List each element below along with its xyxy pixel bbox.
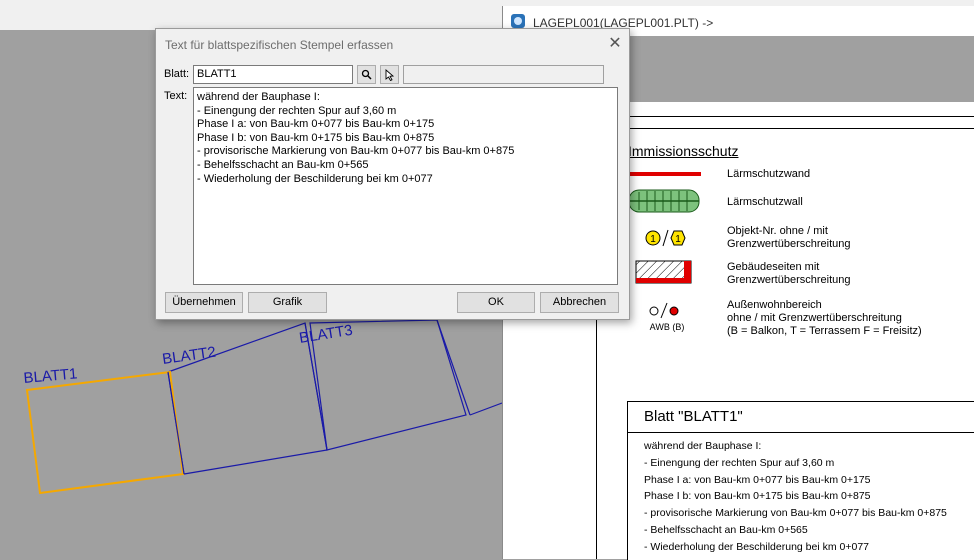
dialog-title: Text für blattspezifischen Stempel erfas… [165, 38, 394, 52]
gebaeudeseiten-symbol [635, 260, 692, 284]
sheet-stamp-text: während der Bauphase I: - Einengung der … [644, 440, 947, 553]
blatt-info-field [403, 65, 604, 84]
sheet-stamp-title: Blatt "BLATT1" [644, 408, 743, 425]
text-label: Text: [164, 90, 188, 102]
blatt3-label: BLATT3 [298, 322, 354, 347]
blatt-input[interactable]: BLATT1 [193, 65, 353, 84]
abbrechen-button[interactable]: Abbrechen [540, 292, 619, 313]
search-icon [361, 69, 372, 80]
close-icon[interactable]: ✕ [606, 35, 624, 53]
blatt-input-value: BLATT1 [197, 68, 237, 80]
svg-text:1: 1 [650, 234, 656, 245]
objekt-nr-symbol: 1 1 [645, 229, 686, 247]
legend-item-label: Außenwohnbereich ohne / mit Grenzwertübe… [727, 299, 922, 337]
stamp-text-dialog: Text für blattspezifischen Stempel erfas… [155, 28, 630, 320]
blatt2-label: BLATT2 [161, 344, 217, 368]
legend-item-label: Lärmschutzwand [727, 168, 811, 180]
legend-item-label: Gebäudeseiten mit Grenzwertüberschreitun… [727, 261, 851, 286]
aussenwohnbereich-symbol: AWB (B) [649, 302, 685, 332]
sheet-stamp-box: Blatt "BLATT1" während der Bauphase I: -… [627, 401, 974, 560]
uebernehmen-button[interactable]: Übernehmen [165, 292, 243, 313]
laermschutzwall-symbol [628, 189, 700, 213]
legend-heading: Immissionsschutz [628, 143, 739, 159]
legend-item-label: Objekt-Nr. ohne / mit Grenzwertüberschre… [727, 225, 851, 250]
cursor-arrow-icon [385, 69, 395, 82]
ok-button[interactable]: OK [457, 292, 535, 313]
laermschutzwand-symbol [628, 172, 701, 176]
legend-item-label: Lärmschutzwall [727, 196, 803, 208]
stamp-text-area[interactable]: während der Bauphase I: - Einengung der … [193, 87, 618, 285]
pick-button[interactable] [380, 65, 399, 84]
svg-text:AWB (B): AWB (B) [650, 322, 685, 332]
app-icon [511, 14, 525, 28]
svg-text:1: 1 [675, 234, 681, 245]
blatt-label: Blatt: [164, 68, 190, 80]
grafik-button[interactable]: Grafik [248, 292, 327, 313]
search-button[interactable] [357, 65, 376, 84]
sheet-stamp-header: Blatt "BLATT1" [628, 402, 974, 433]
blatt1-frame[interactable] [25, 370, 185, 495]
